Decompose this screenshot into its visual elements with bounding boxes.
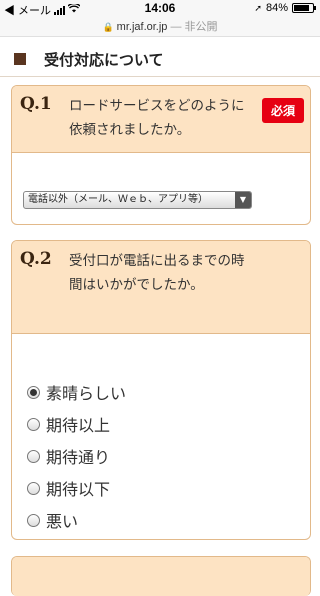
location-arrow-icon: ➚ xyxy=(254,2,262,13)
chevron-down-icon: ▼ xyxy=(235,192,251,208)
radio-label: 期待以上 xyxy=(46,416,111,435)
question-number: Q.1 xyxy=(20,94,52,114)
question-header-q2: Q.2 受付口が電話に出るまでの時間はいかがでしたか。 xyxy=(12,241,310,334)
question-text: ロードサービスをどのように依頼されましたか。 xyxy=(69,98,245,138)
section-title: 受付対応について xyxy=(44,50,164,69)
radio-label: 期待以下 xyxy=(46,480,111,499)
radio-button[interactable] xyxy=(27,481,40,495)
required-badge: 必須 xyxy=(262,98,304,123)
section-square-icon xyxy=(14,53,26,65)
radio-option[interactable]: 期待以下 xyxy=(27,472,126,504)
radio-button[interactable] xyxy=(27,385,40,399)
radio-label: 素晴らしい xyxy=(46,384,127,403)
battery-fill xyxy=(294,5,310,11)
status-right: ➚ 84% xyxy=(254,2,316,14)
url-suffix: — 非公開 xyxy=(170,21,218,33)
question-card-q3-partial xyxy=(11,556,311,596)
section-header: 受付対応について xyxy=(14,48,164,70)
radio-option[interactable]: 素晴らしい xyxy=(27,376,126,408)
status-bar: ◀ メール 14:06 ➚ 84% xyxy=(0,0,320,18)
radio-label: 期待通り xyxy=(46,448,111,467)
request-method-select[interactable]: 電話以外（メール、Ｗｅｂ、アプリ等） ▼ xyxy=(23,191,252,209)
question-header-q3 xyxy=(12,557,310,596)
url-domain: mr.jaf.or.jp xyxy=(116,21,168,33)
question-number: Q.2 xyxy=(20,249,52,269)
radio-button[interactable] xyxy=(27,449,40,463)
question-card-q2: Q.2 受付口が電話に出るまでの時間はいかがでしたか。 素晴らしい 期待以上 期… xyxy=(11,240,311,540)
radio-option[interactable]: 期待通り xyxy=(27,440,126,472)
battery-percent: 84% xyxy=(265,2,288,14)
question-text: 受付口が電話に出るまでの時間はいかがでしたか。 xyxy=(69,253,245,293)
url-bar[interactable]: 🔒 mr.jaf.or.jp — 非公開 xyxy=(0,18,320,37)
radio-group: 素晴らしい 期待以上 期待通り 期待以下 悪い xyxy=(27,376,126,536)
question-card-q1: Q.1 ロードサービスをどのように依頼されましたか。 必須 電話以外（メール、Ｗ… xyxy=(11,85,311,225)
lock-icon: 🔒 xyxy=(102,22,114,32)
battery-icon xyxy=(292,3,316,13)
radio-button[interactable] xyxy=(27,513,40,527)
radio-label: 悪い xyxy=(46,512,79,531)
question-header-q1: Q.1 ロードサービスをどのように依頼されましたか。 必須 xyxy=(12,86,310,153)
select-value: 電話以外（メール、Ｗｅｂ、アプリ等） xyxy=(28,194,208,205)
radio-option[interactable]: 悪い xyxy=(27,504,126,536)
section-divider xyxy=(0,76,320,77)
radio-button[interactable] xyxy=(27,417,40,431)
radio-option[interactable]: 期待以上 xyxy=(27,408,126,440)
